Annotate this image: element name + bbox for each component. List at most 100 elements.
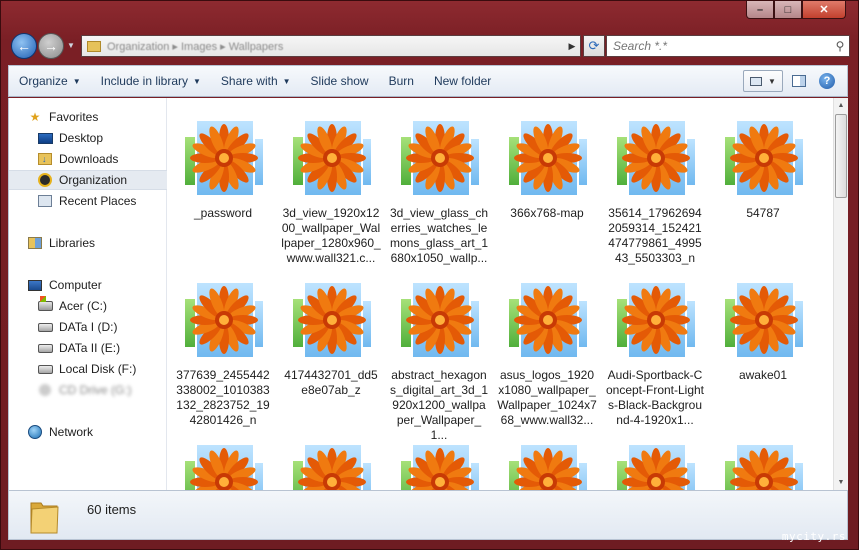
file-item[interactable]: asus_logos_1920x1080_wallpaper_Wallpaper… <box>493 278 601 428</box>
nav-organization[interactable]: Organization <box>9 170 167 190</box>
nav-network[interactable]: Network <box>27 422 185 442</box>
file-name: 377639_2455442338002_1010383132_2823752_… <box>176 368 270 427</box>
nav-label: Network <box>49 425 94 439</box>
libraries-icon <box>27 236 43 250</box>
address-bar[interactable]: Organization ▸ Images ▸ Wallpapers ▶ <box>81 35 581 57</box>
folder-icon <box>87 40 101 52</box>
address-dropdown-icon[interactable]: ▶ <box>564 41 580 52</box>
file-item[interactable] <box>709 440 817 490</box>
image-thumbnail-icon <box>718 440 808 490</box>
file-item[interactable] <box>385 440 493 490</box>
nav-favorites[interactable]: ★ Favorites <box>27 107 185 127</box>
include-in-library-label: Include in library <box>100 74 188 88</box>
command-bar: Organize ▼ Include in library ▼ Share with… <box>8 65 848 97</box>
preview-pane-icon <box>792 75 806 87</box>
caption-buttons: – □ ✕ <box>746 1 846 19</box>
refresh-button[interactable]: ⟳ <box>583 35 605 57</box>
scroll-up-icon[interactable]: ▲ <box>834 98 848 113</box>
image-thumbnail-icon <box>610 116 700 204</box>
include-in-library-menu[interactable]: Include in library ▼ <box>91 68 211 94</box>
organize-label: Organize <box>19 74 68 88</box>
file-item[interactable]: awake01 <box>709 278 817 383</box>
chevron-down-icon: ▼ <box>282 76 291 86</box>
nav-label: Desktop <box>59 131 104 145</box>
nav-libraries[interactable]: Libraries <box>27 233 185 253</box>
file-item[interactable] <box>601 440 709 490</box>
organize-menu[interactable]: Organize ▼ <box>9 68 91 94</box>
maximize-button[interactable]: □ <box>774 1 802 19</box>
close-button[interactable]: ✕ <box>802 1 846 19</box>
file-item[interactable]: _password <box>169 116 277 221</box>
scroll-down-icon[interactable]: ▼ <box>834 475 848 490</box>
file-item[interactable] <box>169 440 277 490</box>
file-name: asus_logos_1920x1080_wallpaper_Wallpaper… <box>497 368 597 427</box>
file-item[interactable]: 377639_2455442338002_1010383132_2823752_… <box>169 278 277 428</box>
image-thumbnail-icon <box>178 440 268 490</box>
scrollbar-thumb[interactable] <box>835 114 847 198</box>
image-thumbnail-icon <box>394 440 484 490</box>
search-icon[interactable]: ⚲ <box>831 39 849 53</box>
computer-icon <box>27 278 43 292</box>
image-thumbnail-icon <box>610 278 700 366</box>
network-globe-icon <box>27 425 43 439</box>
minimize-button[interactable]: – <box>746 1 774 19</box>
back-arrow-icon: ← <box>17 38 31 54</box>
new-folder-button[interactable]: New folder <box>424 68 501 94</box>
file-item[interactable]: Audi-Sportback-Concept-Front-Lights-Blac… <box>601 278 709 428</box>
hard-drive-icon <box>37 341 53 355</box>
hard-drive-icon <box>37 320 53 334</box>
preview-pane-button[interactable] <box>787 70 811 92</box>
image-thumbnail-icon <box>286 116 376 204</box>
organization-icon <box>37 173 53 187</box>
file-item[interactable]: 3d_view_1920x1200_wallpaper_Wallpaper_12… <box>277 116 385 266</box>
nav-label: Downloads <box>59 152 119 166</box>
file-list: _password 3d_view_1920x1200_wallpaper_Wal… <box>167 98 833 490</box>
watermark: mycity.rs <box>781 530 846 543</box>
folder-icon <box>30 502 59 534</box>
file-item[interactable]: 54787 <box>709 116 817 221</box>
file-name: 4174432701_dd5e8e07ab_z <box>284 368 378 397</box>
image-thumbnail-icon <box>178 116 268 204</box>
search-input[interactable] <box>613 39 831 53</box>
file-item[interactable]: 3d_view_glass_cherries_watches_lemons_gl… <box>385 116 493 266</box>
image-thumbnail-icon <box>610 440 700 490</box>
breadcrumb[interactable]: Organization ▸ Images ▸ Wallpapers <box>107 40 564 53</box>
file-item[interactable]: 35614_179626942059314_152421474779861_49… <box>601 116 709 266</box>
hard-drive-icon <box>37 362 53 376</box>
file-name: 54787 <box>746 206 780 220</box>
image-thumbnail-icon <box>286 278 376 366</box>
forward-arrow-icon: → <box>44 38 58 54</box>
recent-pages-dropdown[interactable]: ▼ <box>67 41 75 50</box>
file-name: awake01 <box>738 368 788 382</box>
nav-label: CD Drive (G:) <box>59 383 132 397</box>
file-name: Audi-Sportback-Concept-Front-Lights-Blac… <box>605 368 705 427</box>
nav-label: Recent Places <box>59 194 137 208</box>
vertical-scrollbar[interactable]: ▲ ▼ <box>833 98 848 490</box>
file-item[interactable]: abstract_hexagons_digital_art_3d_1920x12… <box>385 278 493 443</box>
downloads-folder-icon: ↓ <box>37 152 53 166</box>
file-item[interactable] <box>493 440 601 490</box>
file-item[interactable]: 366x768-map <box>493 116 601 221</box>
image-thumbnail-icon <box>502 116 592 204</box>
file-item[interactable]: 4174432701_dd5e8e07ab_z <box>277 278 385 398</box>
file-name: 35614_179626942059314_152421474779861_49… <box>608 206 702 265</box>
help-icon: ? <box>819 73 835 89</box>
nav-label: Acer (C:) <box>59 299 107 313</box>
refresh-icon: ⟳ <box>588 38 600 53</box>
back-button[interactable]: ← <box>11 33 37 59</box>
file-item[interactable] <box>277 440 385 490</box>
help-button[interactable]: ? <box>815 70 839 92</box>
slide-show-button[interactable]: Slide show <box>301 68 379 94</box>
image-thumbnail-icon <box>502 440 592 490</box>
nav-computer[interactable]: Computer <box>27 275 185 295</box>
nav-label: Local Disk (F:) <box>59 362 137 376</box>
nav-label: DATa I (D:) <box>59 320 118 334</box>
nav-label: Favorites <box>49 110 99 124</box>
search-box[interactable]: ⚲ <box>606 35 850 57</box>
optical-drive-icon <box>37 383 53 397</box>
change-view-button[interactable]: ▼ <box>743 70 783 92</box>
burn-button[interactable]: Burn <box>379 68 424 94</box>
share-with-menu[interactable]: Share with ▼ <box>211 68 301 94</box>
forward-button[interactable]: → <box>38 33 64 59</box>
nav-label: DATa II (E:) <box>59 341 121 355</box>
